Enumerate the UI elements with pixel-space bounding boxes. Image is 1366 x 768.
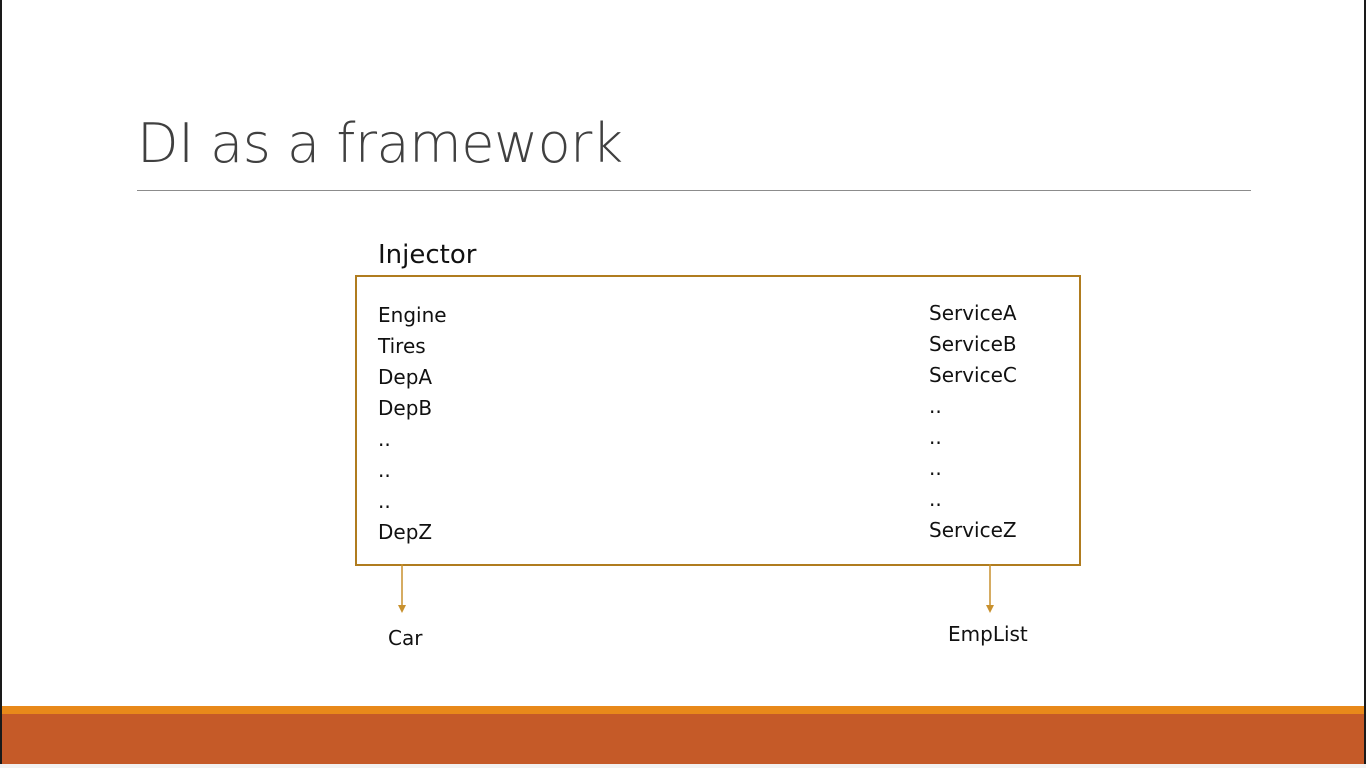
dependency-item: .. bbox=[378, 489, 391, 513]
service-item: ServiceZ bbox=[929, 518, 1017, 542]
service-list: ServiceA ServiceB ServiceC .. .. .. .. S… bbox=[929, 298, 1017, 546]
car-arrow bbox=[398, 564, 406, 613]
footer-edge bbox=[0, 764, 1366, 768]
emplist-output-label: EmpList bbox=[948, 622, 1028, 646]
service-item: .. bbox=[929, 394, 942, 418]
slide: DI as a framework Injector Engine Tires … bbox=[0, 0, 1366, 768]
left-border bbox=[0, 0, 2, 768]
service-item: .. bbox=[929, 456, 942, 480]
service-item: ServiceC bbox=[929, 363, 1017, 387]
injector-label: Injector bbox=[378, 240, 477, 270]
dependency-list: Engine Tires DepA DepB .. .. .. DepZ bbox=[378, 300, 447, 548]
footer-accent-stripe bbox=[2, 706, 1364, 714]
dependency-item: Engine bbox=[378, 303, 447, 327]
service-item: ServiceB bbox=[929, 332, 1017, 356]
car-output-label: Car bbox=[388, 626, 423, 650]
title-divider bbox=[137, 190, 1251, 191]
dependency-item: Tires bbox=[378, 334, 426, 358]
dependency-item: .. bbox=[378, 458, 391, 482]
dependency-item: .. bbox=[378, 427, 391, 451]
service-item: .. bbox=[929, 425, 942, 449]
service-item: .. bbox=[929, 487, 942, 511]
emplist-arrow bbox=[986, 564, 994, 613]
footer-bar bbox=[2, 714, 1364, 764]
dependency-item: DepA bbox=[378, 365, 433, 389]
service-item: ServiceA bbox=[929, 301, 1017, 325]
dependency-item: DepB bbox=[378, 396, 433, 420]
dependency-item: DepZ bbox=[378, 520, 433, 544]
slide-title: DI as a framework bbox=[137, 112, 623, 175]
